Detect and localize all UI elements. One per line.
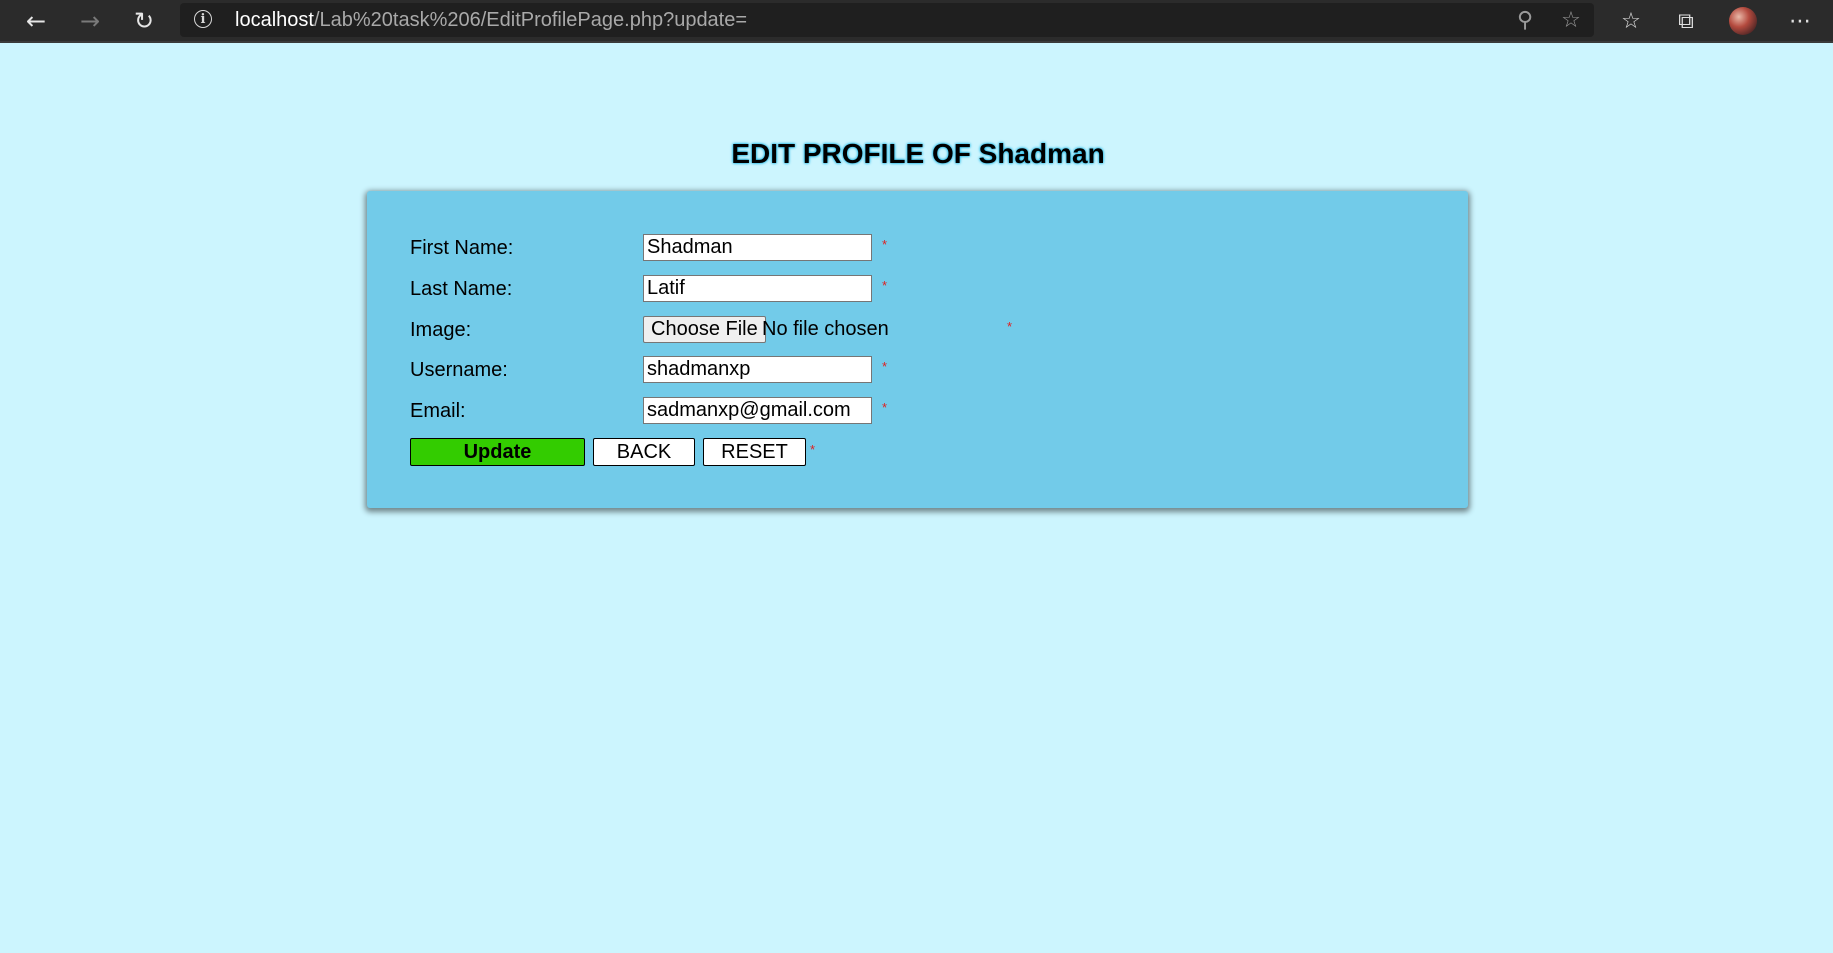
image-label: Image: (410, 319, 472, 341)
url-text[interactable]: localhost/Lab%20task%206/EditProfilePage… (235, 9, 747, 32)
last-name-input[interactable] (643, 275, 872, 302)
no-file-text: No file chosen (762, 318, 889, 340)
forward-arrow-icon[interactable]: → (71, 2, 109, 40)
zoom-icon[interactable]: ⚲ (1510, 5, 1540, 35)
update-button[interactable]: Update (410, 438, 585, 466)
required-mark: * (882, 278, 888, 293)
back-button[interactable]: BACK (593, 438, 695, 466)
page-title: EDIT PROFILE OF Shadman (731, 138, 1105, 169)
more-icon[interactable]: ⋯ (1783, 4, 1817, 38)
edit-profile-form: First Name: * Last Name: * Image: Choose… (367, 191, 1468, 508)
required-mark: * (882, 400, 888, 415)
reset-button[interactable]: RESET (703, 438, 806, 466)
required-mark: * (882, 237, 888, 252)
required-mark: * (810, 442, 816, 457)
first-name-label: First Name: (410, 237, 514, 259)
favorites-icon[interactable]: ☆ (1614, 4, 1648, 38)
email-input[interactable] (643, 397, 872, 424)
email-label: Email: (410, 400, 466, 422)
url-path: /Lab%20task%206/EditProfilePage.php?upda… (313, 9, 748, 31)
url-host: localhost (235, 9, 314, 31)
refresh-icon[interactable]: ↻ (125, 2, 163, 40)
info-icon[interactable]: i (194, 10, 212, 28)
username-input[interactable] (643, 356, 872, 383)
required-mark: * (882, 359, 888, 374)
back-arrow-icon[interactable]: ← (17, 2, 55, 40)
required-mark: * (1007, 319, 1013, 334)
username-label: Username: (410, 359, 508, 381)
first-name-input[interactable] (643, 234, 872, 261)
choose-file-button[interactable]: Choose File (643, 316, 766, 343)
collections-icon[interactable]: ⧉ (1669, 4, 1703, 38)
star-icon[interactable]: ☆ (1556, 5, 1586, 35)
last-name-label: Last Name: (410, 278, 513, 300)
browser-toolbar: ← → ↻ i localhost/Lab%20task%206/EditPro… (0, 0, 1833, 43)
address-bar[interactable]: i localhost/Lab%20task%206/EditProfilePa… (180, 3, 1594, 37)
profile-avatar[interactable] (1729, 7, 1757, 35)
